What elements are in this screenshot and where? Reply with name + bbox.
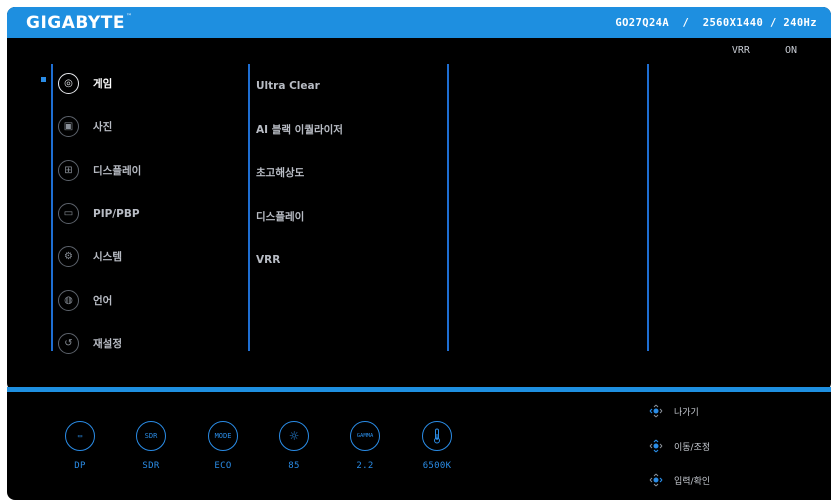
control-label: 입력/확인 bbox=[674, 476, 711, 487]
submenu-item-display[interactable]: 디스플레이 bbox=[256, 195, 343, 239]
menu-item-language[interactable]: ◍ 언어 bbox=[58, 278, 238, 321]
menu-item-reset[interactable]: ↺ 재설정 bbox=[58, 322, 238, 365]
menu-divider-3 bbox=[647, 64, 649, 351]
system-gear-icon: ⚙ bbox=[58, 246, 79, 268]
menu-item-label: 시스템 bbox=[93, 251, 122, 264]
quick-gamma[interactable]: GAMMA 2.2 bbox=[343, 421, 387, 471]
mode-icon: MODE bbox=[208, 421, 238, 451]
brightness-icon: ☼ bbox=[279, 421, 309, 451]
submenu-item-vrr[interactable]: VRR bbox=[256, 238, 343, 282]
control-enter-confirm: 입력/확인 bbox=[648, 472, 710, 488]
submenu-item-super-resolution[interactable]: 초고해상도 bbox=[256, 151, 343, 195]
quick-picture-mode[interactable]: MODE ECO bbox=[201, 421, 245, 471]
quick-label: DP bbox=[74, 461, 86, 471]
menu-item-label: 재설정 bbox=[93, 337, 122, 350]
submenu-item-black-equalizer[interactable]: AI 블랙 이퀄라이저 bbox=[256, 108, 343, 152]
thermometer-icon bbox=[422, 421, 452, 451]
menu-item-picture[interactable]: ▣ 사진 bbox=[58, 105, 238, 148]
control-navigate-adjust: 이동/조정 bbox=[648, 438, 710, 454]
menu-item-pip-pbp[interactable]: ▭ PIP/PBP bbox=[58, 192, 238, 235]
status-value: ON bbox=[784, 45, 797, 56]
menu-item-label: 게임 bbox=[93, 78, 113, 91]
control-exit: 나가기 bbox=[648, 403, 699, 419]
picture-icon: ▣ bbox=[58, 116, 79, 138]
control-label: 나가기 bbox=[674, 407, 699, 418]
thermometer-glyph bbox=[434, 428, 440, 444]
display-icon: ⊞ bbox=[58, 159, 79, 181]
menu-item-label: 사진 bbox=[93, 121, 113, 134]
trademark-symbol: ™ bbox=[125, 12, 133, 20]
globe-icon: ◍ bbox=[58, 289, 79, 311]
menu-item-system[interactable]: ⚙ 시스템 bbox=[58, 235, 238, 278]
gamma-icon: GAMMA bbox=[350, 421, 380, 451]
sdr-icon: SDR bbox=[136, 421, 166, 451]
menu-item-label: 디스플레이 bbox=[93, 164, 142, 177]
joystick-press-icon bbox=[648, 472, 664, 488]
menu-divider-2 bbox=[447, 64, 449, 351]
quick-input-source[interactable]: ▭ DP bbox=[58, 421, 102, 471]
quick-brightness[interactable]: ☼ 85 bbox=[272, 421, 316, 471]
quick-label: SDR bbox=[142, 461, 160, 471]
brand-name: GIGABYTE bbox=[26, 12, 125, 33]
menu-item-game[interactable]: ◎ 게임 bbox=[58, 62, 238, 105]
menu-divider-left bbox=[51, 64, 53, 351]
menu-divider-1 bbox=[248, 64, 250, 351]
displayport-icon: ▭ bbox=[65, 421, 95, 451]
reset-icon: ↺ bbox=[58, 332, 79, 354]
pip-icon: ▭ bbox=[58, 203, 79, 225]
selection-indicator bbox=[41, 77, 46, 82]
quick-color-temperature[interactable]: 6500K bbox=[415, 421, 459, 471]
status-label: VRR bbox=[731, 45, 750, 56]
main-menu: ◎ 게임 ▣ 사진 ⊞ 디스플레이 ▭ PIP/PBP ⚙ 시스템 ◍ 언어 ↺… bbox=[58, 62, 238, 365]
model-info: GO27Q24A / 2560X1440 / 240Hz bbox=[615, 16, 817, 29]
menu-item-label: 언어 bbox=[93, 294, 113, 307]
game-submenu: Ultra Clear AI 블랙 이퀄라이저 초고해상도 디스플레이 VRR bbox=[256, 64, 343, 282]
brand-logo: GIGABYTE™ bbox=[26, 13, 132, 33]
joystick-updown-icon bbox=[648, 438, 664, 454]
submenu-item-ultra-clear[interactable]: Ultra Clear bbox=[256, 64, 343, 108]
quick-dynamic-range[interactable]: SDR SDR bbox=[129, 421, 173, 471]
gamepad-icon: ◎ bbox=[58, 73, 79, 95]
menu-item-label: PIP/PBP bbox=[93, 207, 140, 220]
quick-label: 6500K bbox=[422, 461, 452, 471]
osd-header: GIGABYTE™ GO27Q24A / 2560X1440 / 240Hz bbox=[7, 7, 831, 38]
joystick-left-icon bbox=[648, 403, 664, 419]
quick-label: 85 bbox=[288, 461, 300, 471]
status-row: VRR ON bbox=[732, 45, 797, 56]
menu-item-display[interactable]: ⊞ 디스플레이 bbox=[58, 149, 238, 192]
quick-label: 2.2 bbox=[356, 461, 374, 471]
control-label: 이동/조정 bbox=[674, 442, 711, 453]
quick-label: ECO bbox=[214, 461, 232, 471]
